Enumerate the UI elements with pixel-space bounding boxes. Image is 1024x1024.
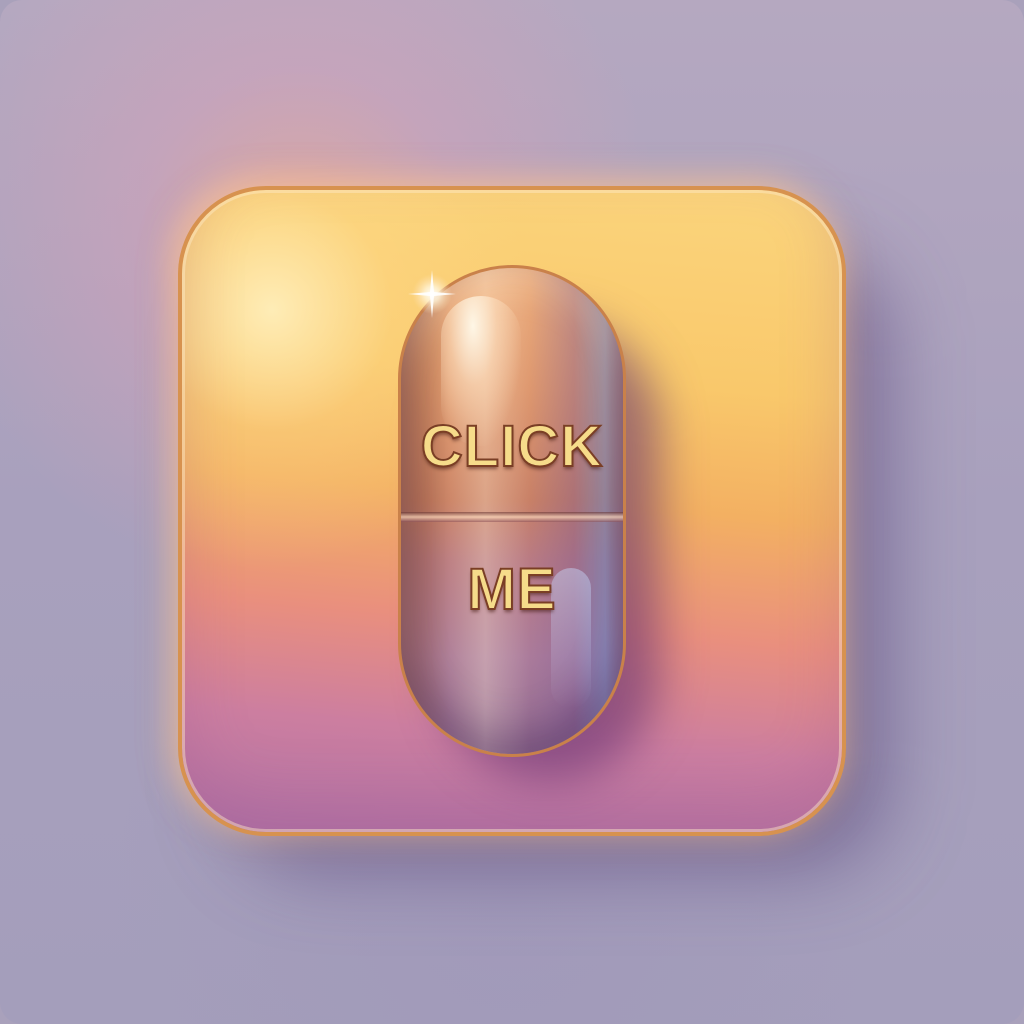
button-label-me: ME bbox=[467, 556, 557, 623]
pill-seam bbox=[401, 512, 623, 522]
background: CLICK ME bbox=[0, 0, 1024, 1024]
button-label-click: CLICK bbox=[420, 413, 604, 480]
click-me-button[interactable]: CLICK ME bbox=[398, 265, 626, 757]
